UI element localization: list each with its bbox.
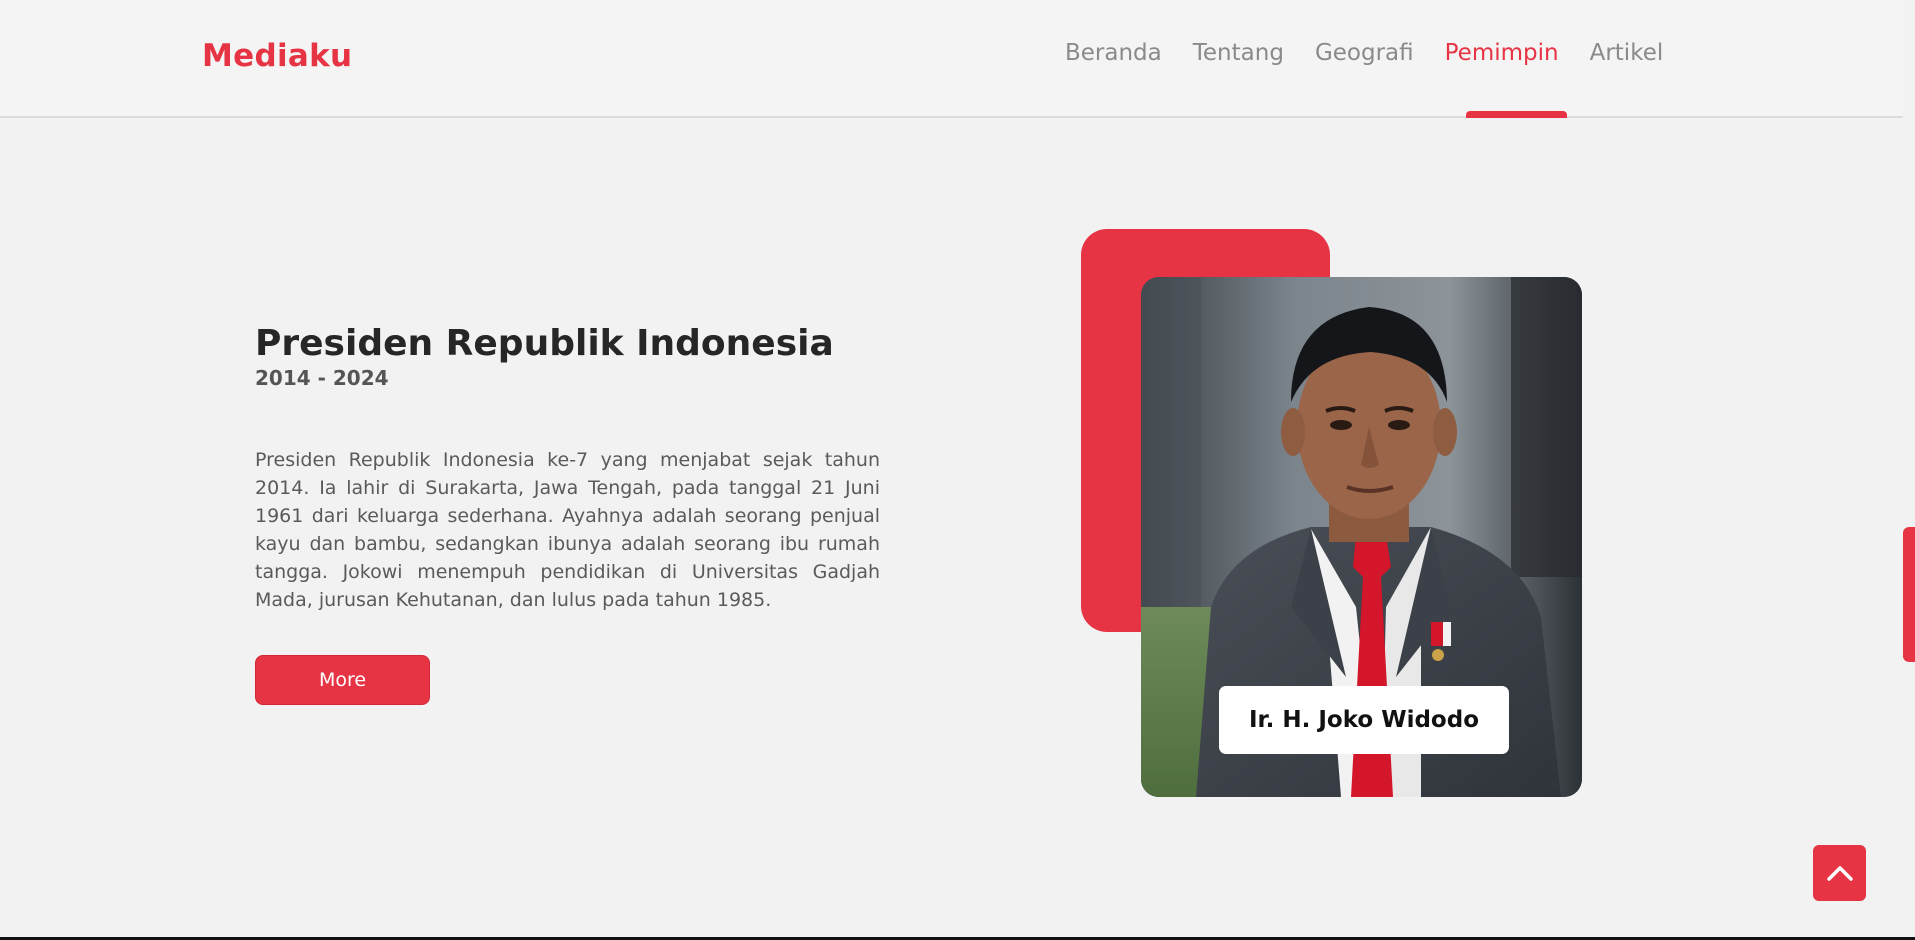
scrollbar-thumb[interactable] <box>1903 527 1915 662</box>
site-header: Mediaku Beranda Tentang Geografi Pemimpi… <box>0 0 1903 118</box>
chevron-up-icon <box>1826 866 1853 881</box>
back-to-top-button[interactable] <box>1813 845 1866 901</box>
scrollbar-track[interactable] <box>1903 0 1915 940</box>
more-button[interactable]: More <box>255 655 430 705</box>
term-years: 2014 - 2024 <box>255 366 389 390</box>
main-nav: Beranda Tentang Geografi Pemimpin Artike… <box>1065 40 1694 66</box>
nav-item-pemimpin[interactable]: Pemimpin <box>1445 40 1559 66</box>
nav-active-indicator <box>1466 111 1567 118</box>
leader-name-badge: Ir. H. Joko Widodo <box>1219 686 1509 754</box>
nav-item-geografi[interactable]: Geografi <box>1315 40 1414 66</box>
page-title: Presiden Republik Indonesia <box>255 323 834 364</box>
leader-portrait: Ir. H. Joko Widodo <box>1141 277 1582 797</box>
nav-item-artikel[interactable]: Artikel <box>1590 40 1664 66</box>
nav-item-beranda[interactable]: Beranda <box>1065 40 1162 66</box>
brand-logo[interactable]: Mediaku <box>202 38 352 74</box>
page: Mediaku Beranda Tentang Geografi Pemimpi… <box>0 0 1915 940</box>
nav-item-tentang[interactable]: Tentang <box>1193 40 1284 66</box>
leader-description: Presiden Republik Indonesia ke-7 yang me… <box>255 449 880 611</box>
